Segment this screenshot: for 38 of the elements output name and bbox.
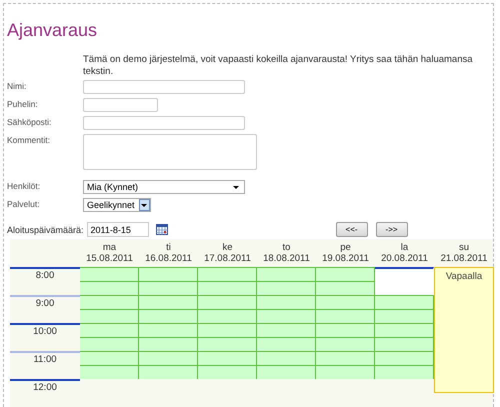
- comment-field[interactable]: [83, 134, 257, 170]
- day-date: 18.08.2011: [263, 253, 310, 264]
- caret-icon: [140, 201, 148, 209]
- day-date: 21.08.2011: [440, 253, 488, 264]
- day-name: ti: [166, 242, 171, 253]
- day-date: 19.08.2011: [322, 253, 369, 264]
- day-date: 17.08.2011: [204, 253, 251, 264]
- nav-button[interactable]: <<-: [336, 222, 368, 237]
- time-slot[interactable]: [375, 267, 434, 281]
- field-label: Kommentit:: [7, 134, 51, 146]
- input-field[interactable]: [83, 116, 245, 130]
- input-field[interactable]: [83, 98, 158, 112]
- time-label: 12:00: [10, 379, 80, 407]
- day-name: to: [282, 242, 290, 253]
- intro-text: Tämä on demo järjestelmä, voit vapaasti kokeilla ajanvarausta! Yritys saa tähän haluamansa tekstin.: [83, 54, 474, 78]
- calendar-icon[interactable]: [156, 224, 168, 235]
- field-label: Puhelin:: [7, 98, 39, 110]
- caret-icon: [232, 183, 240, 191]
- day-name: la: [400, 242, 408, 253]
- day-name: su: [458, 242, 470, 253]
- input-field[interactable]: [83, 80, 245, 94]
- day-off-note: Vapaalla: [434, 267, 494, 393]
- field-label: Nimi:: [7, 80, 28, 92]
- nav-button[interactable]: ->>: [376, 222, 408, 237]
- day-name: ke: [222, 242, 233, 253]
- day-date: 15.08.2011: [86, 253, 133, 264]
- date-field[interactable]: 2011-8-15: [86, 222, 149, 237]
- day-name: pe: [340, 242, 351, 253]
- service-dropdown[interactable]: Geelikynnet: [83, 198, 151, 212]
- person-dropdown[interactable]: Mia (Kynnet): [83, 180, 245, 194]
- field-label: Henkilöt:: [7, 180, 42, 192]
- day-date: 20.08.2011: [381, 253, 428, 264]
- date-label: Aloituspäivämäärä:: [7, 224, 84, 234]
- day-date: 16.08.2011: [145, 253, 192, 264]
- field-label: Sähköposti:: [7, 116, 52, 128]
- day-name: ma: [102, 242, 116, 253]
- field-label: Palvelut:: [7, 198, 41, 210]
- page-title: Ajanvaraus: [7, 20, 98, 42]
